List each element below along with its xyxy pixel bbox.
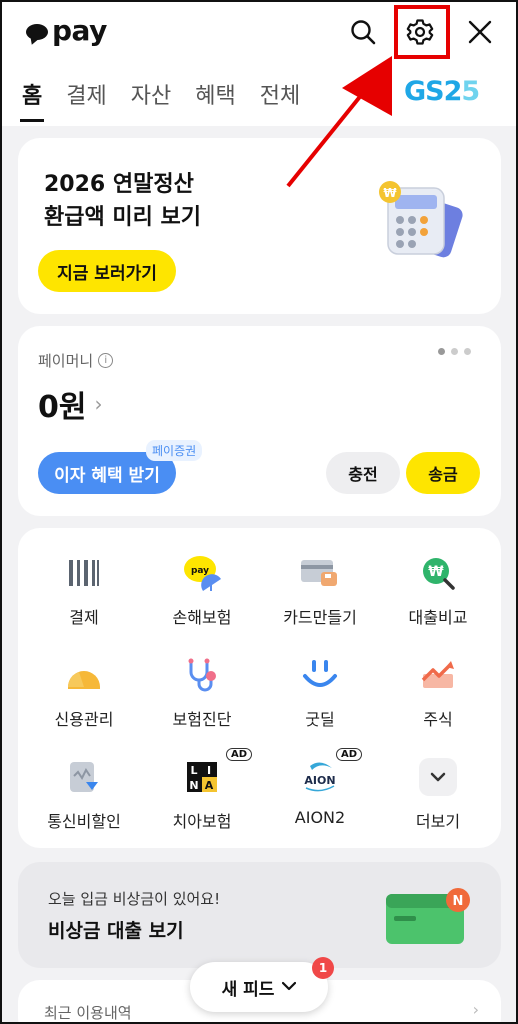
gauge-icon [68,671,100,689]
barcode-icon [69,560,99,586]
umbrella-pay-icon: pay [184,556,221,591]
banner-title: 2026 연말정산 환급액 미리 보기 [44,168,201,234]
menu-item-label: 치아보험 [172,812,232,831]
chevron-right-icon: › [94,392,103,416]
feed-label: 새 피드 [221,979,275,1000]
new-feed-button[interactable]: 새 피드 [190,962,328,1012]
search-button[interactable] [345,14,381,50]
wallet-icon: N [386,888,470,944]
close-button[interactable] [462,14,498,50]
annotation-arrow-icon [286,56,392,188]
menu-item-label: 더보기 [415,812,461,831]
svg-text:pay: pay [191,566,209,576]
menu-item-make-card[interactable]: 카드만들기 [260,552,380,628]
menu-item-insurance[interactable]: pay 손해보험 [142,552,262,628]
info-icon[interactable]: i [98,353,114,368]
search-icon [351,20,376,45]
menu-item-label: 주식 [423,710,453,729]
menu-item-label: 통신비할인 [47,812,121,831]
menu-item-loan-compare[interactable]: ₩ 대출비교 [378,552,498,628]
notification-badge: 1 [312,957,334,979]
recent-history-label: 최근 이용내역 [44,1004,132,1022]
ad-badge: AD [336,748,363,761]
menu-item-stock[interactable]: 주식 [378,654,498,730]
menu-item-label: 보험진단 [172,710,232,729]
lina-logo-letter: N [189,779,198,792]
menu-item-label: 결제 [69,608,99,627]
smile-icon [303,660,337,687]
tab-home[interactable]: 홈 [19,78,45,122]
kakaopay-logo: pay [26,14,107,47]
balance-value: 0원 [38,390,87,425]
chevron-down-icon [282,979,297,995]
menu-item-label: 대출비교 [408,608,468,627]
emergency-loan-card[interactable]: 오늘 입금 비상금이 있어요! 비상금 대출 보기 N [18,862,501,968]
menu-item-dental-insurance[interactable]: AD LINA 치아보험 [142,748,262,832]
menu-item-label: 카드만들기 [283,608,357,627]
phone-bill-icon [70,762,98,792]
banner-cta-button[interactable]: 지금 보러가기 [38,250,176,292]
menu-item-insurance-checkup[interactable]: 보험진단 [142,654,262,730]
gs25-logo[interactable]: GS25 [404,76,480,107]
carousel-dots [438,348,477,355]
aion-logo: AION [304,762,336,792]
pay-money-card: 페이머니 i 0원 › 이자 혜택 받기 페이증권 충전 송금 [18,326,501,516]
lina-logo-letter: L [190,764,197,777]
tab-assets[interactable]: 자산 [131,78,171,122]
menu-item-label: 굿딜 [305,710,335,729]
loan-title: 비상금 대출 보기 [48,920,184,942]
carousel-dot [464,348,471,355]
pay-money-label-row: 페이머니 i [38,350,114,371]
menu-item-telecom-discount[interactable]: 통신비할인 [24,756,144,832]
banner-title-line2: 환급액 미리 보기 [44,205,201,230]
menu-item-label: 손해보험 [172,608,232,627]
lina-logo-letter: A [205,779,214,792]
won-search-icon: ₩ [423,558,455,590]
tab-payment[interactable]: 결제 [66,78,106,122]
wallet-badge-text: N [453,894,464,909]
chevron-right-icon: › [472,1000,479,1019]
menu-item-label: 신용관리 [54,710,114,729]
lina-logo: L IN A [187,762,217,792]
chevron-down-icon [419,758,457,796]
loan-subtitle: 오늘 입금 비상금이 있어요! [48,890,221,908]
ad-badge: AD [226,748,253,761]
menu-item-aion2[interactable]: AD AION AION2 [260,748,380,827]
logo-text: pay [52,14,107,47]
menu-item-payment[interactable]: 결제 [24,552,144,628]
charge-button[interactable]: 충전 [326,452,400,494]
stock-chart-icon [421,661,454,688]
tab-benefits[interactable]: 혜택 [195,78,235,122]
menu-item-credit[interactable]: 신용관리 [24,654,144,730]
annotation-highlight-box [394,5,450,59]
svg-text:₩: ₩ [428,564,444,580]
menu-item-good-deal[interactable]: 굿딜 [260,654,380,730]
menu-item-label: AION2 [294,808,346,827]
card-icon [301,560,337,586]
service-menu-grid: 결제 pay 손해보험 카드만들기 ₩ 대출비교 신용관리 보험진단 굿딜 주식… [18,528,501,848]
pay-money-label: 페이머니 [38,352,94,370]
stethoscope-icon [188,658,216,692]
send-button[interactable]: 송금 [406,452,480,494]
lina-logo-letter: I [207,764,211,777]
close-icon [468,20,492,44]
carousel-dot [451,348,458,355]
banner-title-line1: 2026 연말정산 [44,172,194,197]
pay-securities-tag: 페이증권 [146,440,203,461]
pay-money-amount[interactable]: 0원 › [38,382,102,426]
carousel-dot [438,348,445,355]
main-tabs: 홈 결제 자산 혜택 전체 [19,78,324,122]
aion-logo-text: AION [304,774,335,787]
tax-refund-banner[interactable]: 2026 연말정산 환급액 미리 보기 지금 보러가기 ₩ [18,138,501,314]
menu-item-more[interactable]: 더보기 [378,756,498,832]
speech-bubble-icon [26,23,48,40]
